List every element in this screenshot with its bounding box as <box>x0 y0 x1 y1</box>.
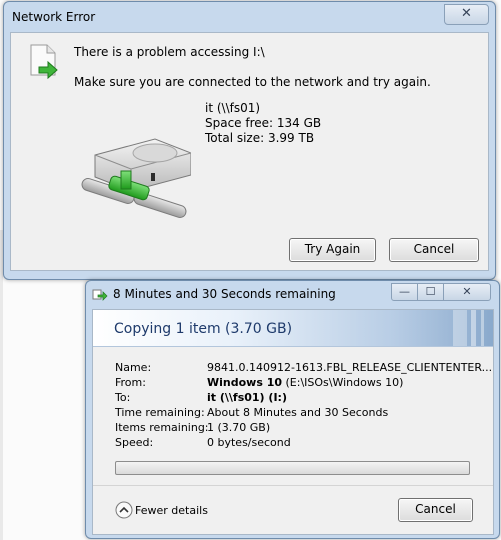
maximize-button[interactable]: ☐ <box>417 283 444 301</box>
copy-progress-dialog: 8 Minutes and 30 Seconds remaining — ☐ ✕… <box>85 280 500 539</box>
close-icon: ✕ <box>462 285 472 298</box>
items-remaining-label: Items remaining: <box>115 421 209 434</box>
try-again-button[interactable]: Try Again <box>289 238 376 262</box>
dialog-body: Copying 1 item (3.70 GB) Name: 9841.0.14… <box>92 309 494 535</box>
error-message: There is a problem accessing I:\ <box>74 45 265 59</box>
time-remaining-value: About 8 Minutes and 30 Seconds <box>207 406 389 419</box>
time-remaining-label: Time remaining: <box>115 406 205 419</box>
total-size: Total size: 3.99 TB <box>205 131 315 145</box>
name-label: Name: <box>115 361 152 374</box>
cancel-copy-button[interactable]: Cancel <box>398 498 473 522</box>
header-banner: Copying 1 item (3.70 GB) <box>93 310 493 347</box>
fewer-details-label[interactable]: Fewer details <box>135 504 208 517</box>
separator <box>93 485 493 486</box>
drive-name: it (\\fs01) <box>205 101 261 115</box>
document-icon <box>27 43 61 85</box>
close-button[interactable]: ✕ <box>443 283 491 301</box>
drive-info: it (\\fs01) Space free: 134 GB Total siz… <box>205 101 321 146</box>
minimize-button[interactable]: — <box>391 283 418 301</box>
error-hint: Make sure you are connected to the netwo… <box>74 75 431 89</box>
items-remaining-value: 1 (3.70 GB) <box>207 421 271 434</box>
banner-decoration <box>453 310 484 346</box>
dialog-title: Network Error <box>12 10 96 24</box>
fewer-details-toggle[interactable] <box>115 501 133 523</box>
to-value: it (\\fs01) (I:) <box>207 391 287 404</box>
close-button[interactable]: ✕ <box>444 4 489 25</box>
network-drive-icon <box>73 133 192 227</box>
network-error-dialog: Network Error ✕ There is a problem acces… <box>3 1 496 280</box>
copy-icon <box>92 287 108 307</box>
to-label: To: <box>115 391 131 404</box>
minimize-icon: — <box>399 285 410 298</box>
to-destination: it (\\fs01) (I:) <box>207 391 287 404</box>
from-source-path: (E:\ISOs\Windows 10) <box>282 376 404 389</box>
speed-value: 0 bytes/second <box>207 436 291 449</box>
chevron-up-icon <box>115 501 133 519</box>
close-icon: ✕ <box>461 6 472 21</box>
cancel-button[interactable]: Cancel <box>389 238 479 262</box>
dialog-body: There is a problem accessing I:\ Make su… <box>10 32 489 271</box>
speed-label: Speed: <box>115 436 154 449</box>
from-source-name: Windows 10 <box>207 376 283 389</box>
from-label: From: <box>115 376 146 389</box>
copy-progress-bar <box>115 461 470 475</box>
dialog-title: 8 Minutes and 30 Seconds remaining <box>113 287 336 301</box>
name-value: 9841.0.140912-1613.FBL_RELEASE_CLIENTENT… <box>207 361 493 374</box>
copy-header: Copying 1 item (3.70 GB) <box>114 321 293 337</box>
maximize-icon: ☐ <box>425 285 436 298</box>
space-free: Space free: 134 GB <box>205 116 322 130</box>
from-value: Windows 10 (E:\ISOs\Windows 10) <box>207 376 403 389</box>
